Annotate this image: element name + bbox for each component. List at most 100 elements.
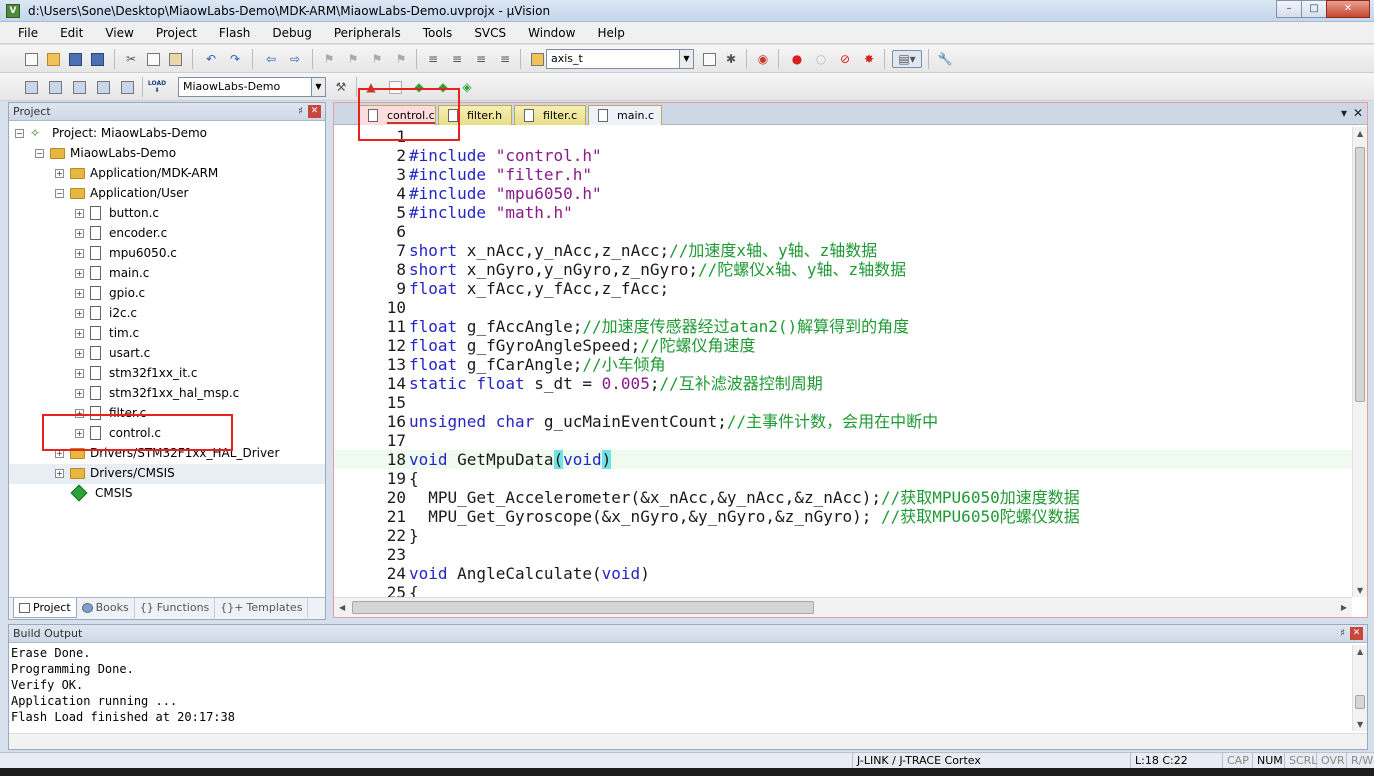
select-packs-icon[interactable] — [386, 78, 404, 96]
menu-tools[interactable]: Tools — [411, 22, 463, 44]
tab-project[interactable]: Project — [13, 598, 77, 618]
bookmark-toggle-icon[interactable]: ⚑ — [320, 50, 338, 68]
open-folder-icon[interactable] — [44, 50, 62, 68]
menu-debug[interactable]: Debug — [260, 22, 321, 44]
build-output-text[interactable]: Erase Done. Programming Done. Verify OK.… — [11, 645, 1351, 733]
expand-icon[interactable]: + — [75, 328, 84, 338]
window-layout-icon[interactable]: ▤▾ — [892, 50, 922, 68]
expand-icon[interactable]: + — [75, 288, 84, 298]
pin-icon[interactable]: ♯ — [298, 103, 303, 121]
manage-rte-icon[interactable]: ◆ — [410, 78, 428, 96]
disable-breakpoints-icon[interactable]: ⊘ — [836, 50, 854, 68]
kill-breakpoints-icon[interactable]: ✸ — [860, 50, 878, 68]
menu-help[interactable]: Help — [585, 22, 634, 44]
close-icon[interactable]: ✕ — [1350, 627, 1363, 640]
code-area[interactable]: 1 2 #include "control.h" 3 #include "filte… — [334, 127, 1352, 597]
scroll-thumb[interactable] — [1355, 695, 1365, 709]
chevron-down-icon[interactable]: ▼ — [679, 50, 693, 68]
collapse-icon[interactable]: − — [55, 188, 64, 198]
menu-file[interactable]: File — [6, 22, 48, 44]
expand-icon[interactable]: + — [75, 388, 84, 398]
tree-group-user[interactable]: − Application/User — [55, 183, 188, 203]
expand-icon[interactable]: + — [75, 368, 84, 378]
redo-icon[interactable]: ↷ — [226, 50, 244, 68]
scroll-thumb[interactable] — [1355, 147, 1365, 402]
debug-session-icon[interactable]: ◉ — [754, 50, 772, 68]
tab-templates[interactable]: {}+ Templates — [215, 598, 309, 618]
insert-breakpoint-icon[interactable]: ● — [788, 50, 806, 68]
tree-file-control[interactable]: + control.c — [75, 423, 161, 443]
collapse-icon[interactable]: − — [35, 148, 44, 158]
tree-file[interactable]: + tim.c — [75, 323, 139, 343]
scroll-down-icon[interactable]: ▼ — [1357, 586, 1363, 595]
menu-window[interactable]: Window — [516, 22, 585, 44]
menu-edit[interactable]: Edit — [48, 22, 93, 44]
menu-svcs[interactable]: SVCS — [462, 22, 516, 44]
pack-installer-icon[interactable]: ◆ — [434, 78, 452, 96]
close-icon[interactable]: ✕ — [1353, 106, 1363, 120]
menu-view[interactable]: View — [93, 22, 143, 44]
bookmark-clear-icon[interactable]: ⚑ — [392, 50, 410, 68]
tree-file[interactable]: + main.c — [75, 263, 149, 283]
tree-file[interactable]: + i2c.c — [75, 303, 137, 323]
collapse-icon[interactable]: − — [15, 128, 24, 138]
tab-filter-c[interactable]: filter.c — [514, 105, 586, 125]
tree-group-cmsis[interactable]: + Drivers/CMSIS — [55, 463, 175, 483]
pin-icon[interactable]: ♯ — [1340, 625, 1345, 643]
indent-icon[interactable]: ≡ — [424, 50, 442, 68]
tab-main-c[interactable]: main.c — [588, 105, 662, 125]
scroll-up-icon[interactable]: ▲ — [1357, 129, 1363, 138]
download-load-icon[interactable]: LOAD ⬇ — [148, 78, 166, 96]
expand-icon[interactable]: + — [75, 428, 84, 438]
bookmark-next-icon[interactable]: ⚑ — [368, 50, 386, 68]
scroll-left-icon[interactable]: ◀ — [339, 603, 345, 612]
editor-vertical-scrollbar[interactable]: ▲ ▼ — [1352, 127, 1367, 597]
navigate-back-icon[interactable]: ⇦ — [262, 50, 280, 68]
menu-flash[interactable]: Flash — [207, 22, 260, 44]
expand-icon[interactable]: + — [75, 308, 84, 318]
enable-breakpoint-icon[interactable]: ○ — [812, 50, 830, 68]
cut-icon[interactable]: ✂ — [122, 50, 140, 68]
navigate-forward-icon[interactable]: ⇨ — [286, 50, 304, 68]
tab-functions[interactable]: {} Functions — [135, 598, 216, 618]
tree-file[interactable]: + filter.c — [75, 403, 146, 423]
manage-project-items-icon[interactable]: ▲ — [362, 78, 380, 96]
close-button[interactable]: ✕ — [1326, 0, 1370, 18]
scroll-down-icon[interactable]: ▼ — [1357, 720, 1363, 729]
menu-peripherals[interactable]: Peripherals — [322, 22, 411, 44]
expand-icon[interactable]: + — [55, 448, 64, 458]
menu-project[interactable]: Project — [144, 22, 207, 44]
rebuild-icon[interactable] — [70, 78, 88, 96]
find-icon[interactable] — [700, 50, 718, 68]
incremental-find-icon[interactable]: ✱ — [722, 50, 740, 68]
expand-icon[interactable]: + — [75, 348, 84, 358]
build-horizontal-scrollbar[interactable] — [9, 733, 1367, 749]
build-icon[interactable] — [46, 78, 64, 96]
tree-file[interactable]: + stm32f1xx_hal_msp.c — [75, 383, 239, 403]
tree-group-hal[interactable]: + Drivers/STM32F1xx_HAL_Driver — [55, 443, 279, 463]
scroll-thumb[interactable] — [352, 601, 814, 614]
minimize-button[interactable]: – — [1276, 0, 1302, 18]
translate-icon[interactable] — [22, 78, 40, 96]
tree-file[interactable]: + mpu6050.c — [75, 243, 177, 263]
unindent-icon[interactable]: ≡ — [448, 50, 466, 68]
save-all-icon[interactable] — [88, 50, 106, 68]
tree-group-mdk[interactable]: + Application/MDK-ARM — [55, 163, 218, 183]
tab-filter-h[interactable]: filter.h — [438, 105, 512, 125]
expand-icon[interactable]: + — [75, 248, 84, 258]
configure-wrench-icon[interactable]: 🔧 — [936, 50, 954, 68]
expand-icon[interactable]: + — [75, 208, 84, 218]
expand-icon[interactable]: + — [75, 268, 84, 278]
bookmark-prev-icon[interactable]: ⚑ — [344, 50, 362, 68]
tree-file[interactable]: + button.c — [75, 203, 159, 223]
paste-icon[interactable] — [166, 50, 184, 68]
copy-icon[interactable] — [144, 50, 162, 68]
tree-file[interactable]: + stm32f1xx_it.c — [75, 363, 197, 383]
expand-icon[interactable]: + — [75, 228, 84, 238]
tree-file[interactable]: + usart.c — [75, 343, 150, 363]
expand-icon[interactable]: + — [55, 468, 64, 478]
tree-cmsis-component[interactable]: CMSIS — [70, 483, 133, 503]
save-icon[interactable] — [66, 50, 84, 68]
scroll-right-icon[interactable]: ▶ — [1341, 603, 1347, 612]
tab-books[interactable]: Books — [77, 598, 135, 618]
